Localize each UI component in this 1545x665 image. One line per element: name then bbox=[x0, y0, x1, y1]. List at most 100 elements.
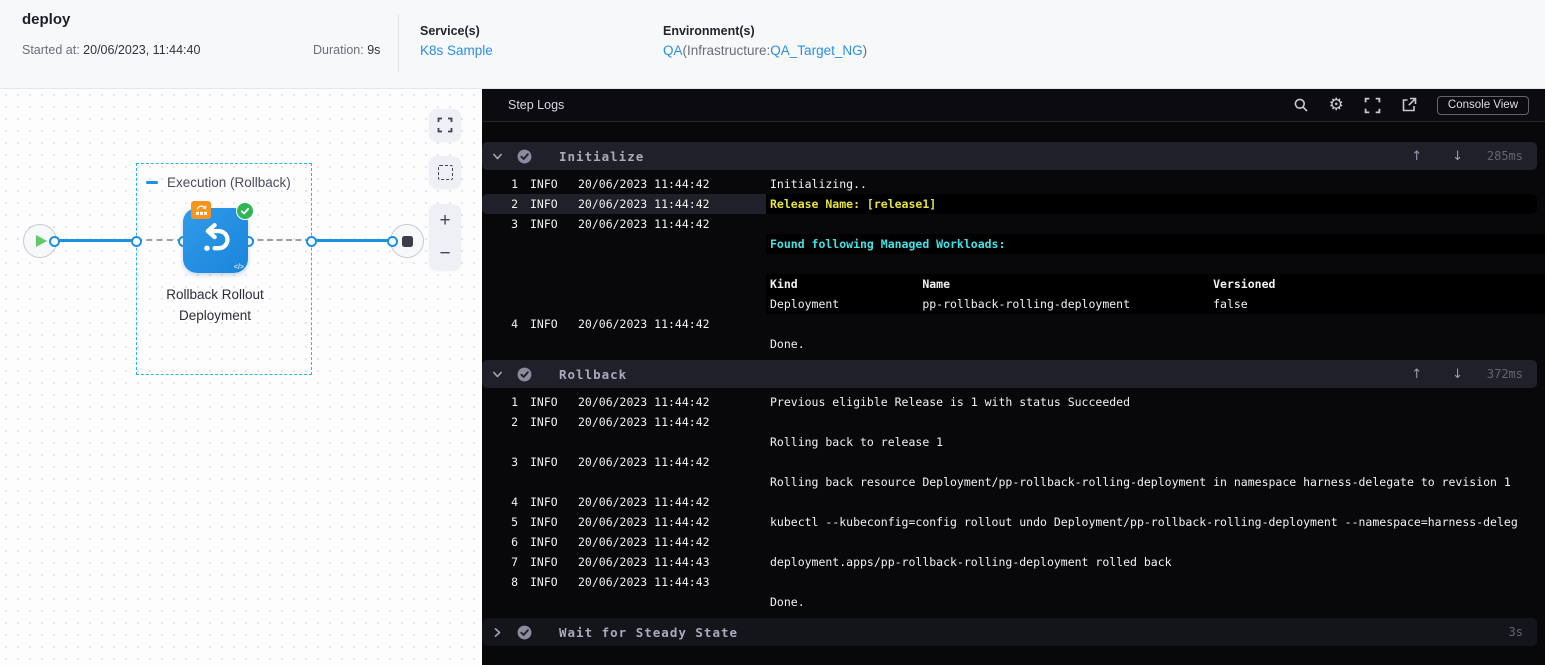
log-line-number: 7 bbox=[511, 555, 518, 569]
rollback-arrow-icon bbox=[204, 222, 230, 251]
services-label: Service(s) bbox=[420, 24, 480, 38]
open-in-new-icon[interactable] bbox=[1401, 97, 1417, 113]
log-line-number: 8 bbox=[511, 575, 518, 589]
section-success-icon bbox=[517, 367, 532, 382]
log-section-title: Rollback bbox=[559, 366, 628, 382]
pipeline-title: deploy bbox=[22, 11, 71, 28]
log-line-number: 5 bbox=[511, 515, 518, 529]
log-rows: 1 INFO 20/06/2023 11:44:42 Previous eligibl… bbox=[482, 388, 1545, 616]
console-view-button[interactable]: Console View bbox=[1436, 95, 1529, 115]
section-duration: 3s bbox=[1508, 625, 1523, 639]
log-section-header-wait-for-steady-state[interactable]: Wait for Steady State 3s bbox=[482, 618, 1537, 646]
execution-header: deploy Started at: 20/06/2023, 11:44:40 … bbox=[0, 0, 1545, 89]
log-section-title: Wait for Steady State bbox=[559, 624, 739, 640]
canvas-zoom-panel: + − bbox=[429, 204, 461, 270]
log-message: Rolling back resource Deployment/pp-roll… bbox=[770, 475, 1511, 489]
log-timestamp: 20/06/2023 11:44:42 bbox=[578, 455, 710, 469]
log-timestamp: 20/06/2023 11:44:43 bbox=[578, 575, 710, 589]
expand-icon[interactable] bbox=[1364, 97, 1381, 114]
log-level: INFO bbox=[530, 515, 558, 529]
step-node-rollback-rollout-deployment[interactable]: </> bbox=[183, 201, 254, 273]
header-divider bbox=[398, 14, 399, 72]
log-row[interactable]: Done. bbox=[482, 592, 1545, 612]
log-section-header-initialize[interactable]: Initialize ↑ ↓ 285ms bbox=[482, 142, 1537, 170]
log-line-number: 4 bbox=[511, 317, 518, 331]
log-row[interactable]: Rolling back resource Deployment/pp-roll… bbox=[482, 472, 1545, 492]
scroll-to-top-icon[interactable]: ↑ bbox=[1411, 367, 1422, 382]
chevron-down-icon[interactable] bbox=[490, 368, 504, 381]
log-row[interactable]: 2 INFO 20/06/2023 11:44:42 Release Name: [r… bbox=[482, 194, 1537, 214]
log-row[interactable]: Kind Name Versioned bbox=[482, 274, 1545, 294]
log-line-number: 3 bbox=[511, 455, 518, 469]
log-timestamp: 20/06/2023 11:44:42 bbox=[578, 495, 710, 509]
environment-link[interactable]: QA(Infrastructure:QA_Target_NG) bbox=[663, 43, 867, 58]
log-line-number: 2 bbox=[511, 197, 518, 211]
log-timestamp: 20/06/2023 11:44:42 bbox=[578, 317, 710, 331]
log-message: Kind Name Versioned bbox=[766, 274, 1545, 294]
log-row[interactable]: Deployment pp-rollback-rolling-deploymen… bbox=[482, 294, 1545, 314]
log-timestamp: 20/06/2023 11:44:42 bbox=[578, 197, 710, 211]
edge-group-to-end bbox=[311, 239, 392, 242]
stop-icon bbox=[401, 235, 413, 247]
log-section-header-rollback[interactable]: Rollback ↑ ↓ 372ms bbox=[482, 360, 1537, 388]
log-level: INFO bbox=[530, 495, 558, 509]
log-row[interactable]: Rolling back to release 1 bbox=[482, 432, 1545, 452]
canvas-fullscreen-button[interactable] bbox=[429, 109, 461, 141]
started-at: Started at: 20/06/2023, 11:44:40 bbox=[22, 43, 201, 57]
collapse-group-icon[interactable] bbox=[146, 180, 158, 184]
chevron-right-icon[interactable] bbox=[490, 626, 504, 639]
scroll-to-bottom-icon[interactable]: ↓ bbox=[1452, 149, 1463, 164]
log-line-number: 4 bbox=[511, 495, 518, 509]
log-message: Initializing.. bbox=[770, 177, 867, 191]
services-block: Service(s) K8s Sample bbox=[420, 24, 493, 58]
log-timestamp: 20/06/2023 11:44:42 bbox=[578, 217, 710, 231]
zoom-out-button[interactable]: − bbox=[429, 237, 461, 270]
scroll-to-top-icon[interactable]: ↑ bbox=[1411, 149, 1422, 164]
log-section-rollback: Rollback ↑ ↓ 372ms 1 INFO 20/06/2023 11:44:42 P… bbox=[482, 360, 1545, 616]
log-section-title: Initialize bbox=[559, 148, 645, 164]
fullscreen-icon bbox=[437, 117, 453, 133]
execution-group-label: Execution (Rollback) bbox=[146, 173, 291, 191]
log-row[interactable]: 4 INFO 20/06/2023 11:44:42 bbox=[482, 314, 1545, 334]
log-level: INFO bbox=[530, 455, 558, 469]
step-node-label: Rollback Rollout Deployment bbox=[166, 287, 264, 323]
log-row[interactable]: 8 INFO 20/06/2023 11:44:43 bbox=[482, 572, 1545, 592]
log-row[interactable]: 4 INFO 20/06/2023 11:44:42 bbox=[482, 492, 1545, 512]
log-row[interactable]: 6 INFO 20/06/2023 11:44:42 bbox=[482, 532, 1545, 552]
log-row[interactable]: Done. bbox=[482, 334, 1545, 354]
pipeline-canvas[interactable]: Execution (Rollback) </> Rollback Rollou… bbox=[0, 89, 482, 665]
log-level: INFO bbox=[530, 317, 558, 331]
service-link[interactable]: K8s Sample bbox=[420, 43, 493, 58]
log-row[interactable] bbox=[482, 254, 1545, 274]
log-timestamp: 20/06/2023 11:44:43 bbox=[578, 555, 710, 569]
log-row[interactable]: 7 INFO 20/06/2023 11:44:43 deployment.apps/… bbox=[482, 552, 1545, 572]
log-message: kubectl --kubeconfig=config rollout undo… bbox=[770, 515, 1518, 529]
gear-icon[interactable]: ⚙ bbox=[1329, 96, 1344, 114]
code-icon: </> bbox=[233, 264, 244, 271]
log-body[interactable]: Initialize ↑ ↓ 285ms 1 INFO 20/06/2023 11:44:4… bbox=[482, 122, 1545, 665]
log-line-number: 3 bbox=[511, 217, 518, 231]
zoom-in-button[interactable]: + bbox=[429, 204, 461, 237]
log-row[interactable]: Found following Managed Workloads: bbox=[482, 234, 1545, 254]
log-rows: 1 INFO 20/06/2023 11:44:42 Initializing.. 2 I… bbox=[482, 170, 1545, 358]
scroll-to-bottom-icon[interactable]: ↓ bbox=[1452, 367, 1463, 382]
log-row[interactable]: 2 INFO 20/06/2023 11:44:42 bbox=[482, 412, 1545, 432]
log-row[interactable]: 5 INFO 20/06/2023 11:44:42 kubectl --kubeco… bbox=[482, 512, 1545, 532]
search-icon[interactable] bbox=[1293, 97, 1309, 113]
canvas-marquee-button[interactable] bbox=[429, 156, 461, 188]
port bbox=[131, 236, 142, 247]
log-row[interactable]: 1 INFO 20/06/2023 11:44:42 Initializing.. bbox=[482, 174, 1545, 194]
port bbox=[49, 236, 60, 247]
log-row[interactable]: 3 INFO 20/06/2023 11:44:42 bbox=[482, 214, 1545, 234]
chevron-down-icon[interactable] bbox=[490, 150, 504, 163]
edge-group-to-step bbox=[136, 239, 183, 241]
log-level: INFO bbox=[530, 575, 558, 589]
log-level: INFO bbox=[530, 177, 558, 191]
port bbox=[387, 236, 398, 247]
log-message: Rolling back to release 1 bbox=[770, 435, 944, 449]
step-logs-header: Step Logs ⚙ Console View bbox=[482, 89, 1545, 122]
rolling-deployment-badge-icon bbox=[191, 201, 211, 219]
log-line-number: 2 bbox=[511, 415, 518, 429]
log-row[interactable]: 1 INFO 20/06/2023 11:44:42 Previous eligibl… bbox=[482, 392, 1545, 412]
log-row[interactable]: 3 INFO 20/06/2023 11:44:42 bbox=[482, 452, 1545, 472]
